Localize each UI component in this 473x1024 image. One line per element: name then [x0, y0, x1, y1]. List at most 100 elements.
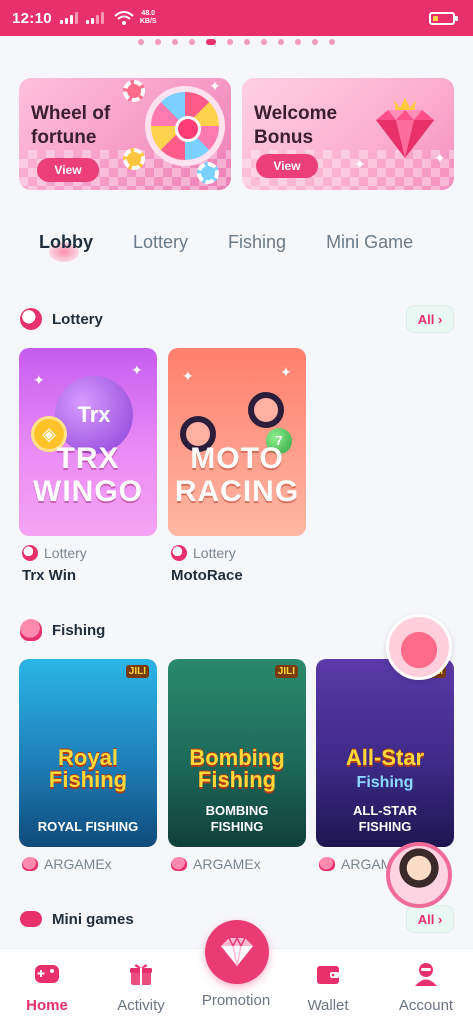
- carousel-dot[interactable]: [329, 39, 335, 45]
- carousel-dot[interactable]: [138, 39, 144, 45]
- nav-label: Activity: [117, 997, 165, 1014]
- diamond-crown-icon: [376, 98, 434, 158]
- carousel-dot[interactable]: [206, 39, 216, 45]
- view-button[interactable]: View: [37, 158, 99, 182]
- gift-icon: [130, 964, 152, 985]
- all-label: All: [417, 312, 435, 327]
- category-label: Lottery: [44, 545, 87, 561]
- game-provider: ARGAMEx: [22, 856, 112, 872]
- caption-line: BOMBING: [205, 803, 269, 818]
- banner-wheel-of-fortune[interactable]: ✦ Wheel of fortune View: [19, 78, 231, 190]
- network-speed: 48.0 KB/S: [140, 10, 157, 26]
- art-line: MOTO: [190, 442, 284, 475]
- nav-wallet[interactable]: Wallet: [288, 961, 368, 1014]
- banner-welcome-bonus[interactable]: ✦ ✦ Welcome Bonus View: [242, 78, 454, 190]
- logo-line: Fishing: [48, 767, 128, 792]
- carousel-dot[interactable]: [155, 39, 161, 45]
- provider-badge: JILI: [125, 665, 149, 678]
- octopus-icon: [171, 857, 187, 871]
- status-time: 12:10: [12, 9, 52, 27]
- game-card-all-star-fishing[interactable]: JILI All-StarFishing ALL-STARFISHING: [316, 659, 454, 847]
- caption-line: ALL-STAR: [352, 803, 418, 818]
- provider-label: ARGAM: [341, 856, 393, 872]
- section-header-lottery: Lottery All ›: [20, 304, 454, 334]
- section-title: Lottery: [52, 310, 103, 328]
- provider-label: ARGAMEx: [44, 856, 112, 872]
- cell-signal-2-icon: [85, 12, 104, 24]
- lottery-ball-icon: [22, 545, 38, 561]
- nav-promotion-label[interactable]: Promotion: [186, 992, 286, 1009]
- caption-line: FISHING: [358, 819, 412, 834]
- logo-line: Fishing: [197, 767, 277, 792]
- floating-gift-button[interactable]: [386, 614, 452, 680]
- game-card-royal-fishing[interactable]: JILI Royal Fishing ROYAL FISHING: [19, 659, 157, 847]
- view-button[interactable]: View: [256, 154, 318, 178]
- nav-activity[interactable]: Activity: [101, 961, 181, 1014]
- sparkle-icon: ✦: [182, 368, 194, 384]
- sparkle-icon: ✦: [209, 78, 221, 94]
- sparkle-icon: ✦: [434, 150, 446, 166]
- game-card-bombing-fishing[interactable]: JILI Bombing Fishing BOMBING FISHING: [168, 659, 306, 847]
- wallet-icon: [317, 966, 339, 984]
- nav-account[interactable]: Account: [386, 961, 466, 1014]
- game-caption: ALL-STAR FISHING: [316, 803, 454, 835]
- banner-title: Welcome Bonus: [254, 103, 338, 148]
- octopus-icon: [22, 857, 38, 871]
- tab-lobby[interactable]: Lobby: [39, 232, 93, 262]
- tab-mini-game[interactable]: Mini Game: [326, 232, 413, 253]
- provider-badge: JILI: [274, 665, 298, 678]
- nav-label: Wallet: [307, 997, 349, 1014]
- sparkle-icon: ✦: [354, 156, 366, 172]
- nav-promotion-button[interactable]: [205, 920, 269, 984]
- game-category: Lottery: [22, 545, 87, 561]
- carousel-dot[interactable]: [312, 39, 318, 45]
- casino-chip-icon: [123, 80, 145, 102]
- art-line: TRX: [56, 442, 120, 475]
- category-label: Lottery: [193, 545, 236, 561]
- game-card-trx-win[interactable]: ✦ ✦ Trx ◈ TRX WINGO: [19, 348, 157, 536]
- logo-line: All-Star: [345, 745, 425, 770]
- lottery-ball-icon: [20, 308, 42, 330]
- caption-line: ROYAL FISHING: [37, 819, 139, 834]
- carousel-dot[interactable]: [261, 39, 267, 45]
- tab-fishing[interactable]: Fishing: [228, 232, 286, 253]
- game-caption: ROYAL FISHING: [19, 819, 157, 835]
- game-logo: Bombing Fishing: [168, 747, 306, 791]
- octopus-icon: [319, 857, 335, 871]
- net-speed-value: 48.0: [141, 10, 156, 17]
- all-label: All: [417, 912, 435, 927]
- game-logo: Royal Fishing: [19, 747, 157, 791]
- carousel-dot[interactable]: [172, 39, 178, 45]
- game-logo: All-Star Fishing: [316, 747, 454, 794]
- carousel-dot[interactable]: [227, 39, 233, 45]
- wifi-icon: [114, 11, 134, 25]
- tab-lottery[interactable]: Lottery: [133, 232, 188, 253]
- game-provider: ARGAM: [319, 856, 392, 872]
- section-title: Mini games: [52, 910, 134, 928]
- game-name: MotoRace: [171, 567, 243, 584]
- art-line: WINGO: [33, 475, 143, 508]
- casino-chip-icon: [123, 148, 145, 170]
- gamepad-home-icon: [35, 965, 59, 983]
- floating-support-avatar[interactable]: [386, 842, 452, 908]
- game-name: Trx Win: [22, 567, 77, 584]
- motorbike-wheel-icon: [248, 392, 284, 428]
- all-lottery-button[interactable]: All ›: [406, 305, 454, 333]
- all-mini-games-button[interactable]: All ›: [406, 905, 454, 933]
- carousel-dot[interactable]: [189, 39, 195, 45]
- nav-home[interactable]: Home: [7, 961, 87, 1014]
- caption-line: FISHING: [210, 819, 264, 834]
- carousel-dot[interactable]: [295, 39, 301, 45]
- game-art-title: TRX WINGO: [19, 442, 157, 508]
- account-icon: [415, 963, 437, 986]
- game-provider: ARGAMEx: [171, 856, 261, 872]
- game-art-title: MOTO RACING: [168, 442, 306, 508]
- banner-title: Wheel of fortune: [31, 103, 111, 148]
- carousel-dot[interactable]: [244, 39, 250, 45]
- nav-label: Home: [26, 997, 68, 1014]
- game-card-motorace[interactable]: ✦ ✦ 7 MOTO RACING: [168, 348, 306, 536]
- carousel-dot[interactable]: [278, 39, 284, 45]
- logo-line: Fishing: [356, 774, 414, 791]
- provider-label: ARGAMEx: [193, 856, 261, 872]
- category-tabs: Lobby Lottery Fishing Mini Game: [20, 222, 460, 262]
